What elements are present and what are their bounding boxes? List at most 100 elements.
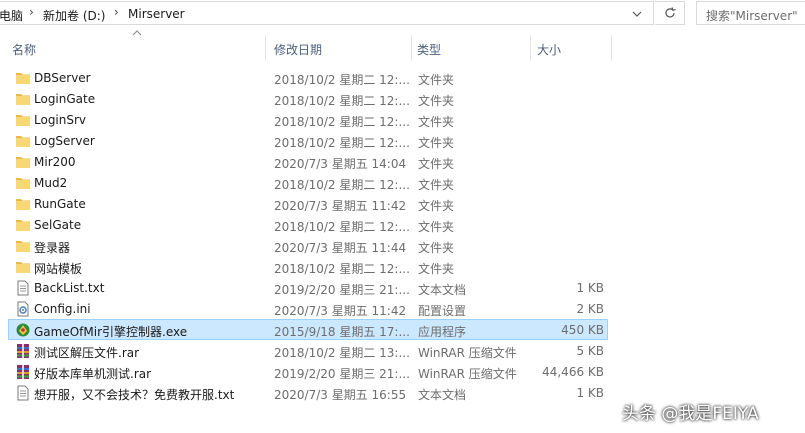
breadcrumb-separator-icon[interactable]: › [29, 5, 34, 19]
folder-icon [15, 133, 31, 149]
file-date: 2018/10/2 星期二 12:... [274, 178, 410, 192]
file-name: Mud2 [34, 176, 68, 190]
file-row[interactable]: Config.ini 2020/7/3 星期五 11:42 配置设置 2 KB [8, 298, 608, 319]
address-bar[interactable]: 电脑 › 新加卷 (D:) › Mirserver [0, 1, 654, 25]
file-row[interactable]: 网站模板 2018/10/2 星期二 12:... 文件夹 [8, 256, 608, 277]
folder-icon [15, 112, 31, 128]
file-type: 文件夹 [418, 157, 455, 171]
column-header-date[interactable]: 修改日期 [266, 35, 411, 61]
file-type: 文件夹 [418, 241, 455, 255]
file-row[interactable]: DBServer 2018/10/2 星期二 12:... 文件夹 [8, 67, 608, 88]
file-date: 2020/7/3 星期五 11:42 [274, 304, 407, 318]
column-header-date-label: 修改日期 [274, 43, 323, 57]
file-type: 应用程序 [418, 325, 467, 339]
file-type: WinRAR 压缩文件 [418, 346, 517, 360]
file-date: 2018/10/2 星期二 12:... [274, 220, 410, 234]
file-row[interactable]: 想开服，又不会技术？免费教开服.txt 2020/7/3 星期五 16:55 文本文… [8, 382, 608, 403]
column-header-name[interactable]: 名称 [0, 30, 265, 61]
file-type: 文件夹 [418, 262, 455, 276]
file-row[interactable]: LoginGate 2018/10/2 星期二 12:... 文件夹 [8, 88, 608, 109]
file-type: 文本文档 [418, 283, 467, 297]
rar-icon [15, 343, 31, 359]
file-type: 文件夹 [418, 115, 455, 129]
search-placeholder: 搜索"Mirserver" [706, 9, 798, 23]
column-header-type-label: 类型 [417, 43, 442, 57]
file-name: 想开服，又不会技术？免费教开服.txt [34, 388, 235, 402]
file-name: Mir200 [34, 155, 76, 169]
text-file-icon [15, 385, 31, 401]
folder-icon [15, 175, 31, 191]
column-divider[interactable] [611, 35, 612, 61]
chevron-down-icon[interactable] [629, 7, 645, 21]
refresh-button[interactable] [655, 1, 685, 25]
file-row[interactable]: RunGate 2020/7/3 星期五 11:42 文件夹 [8, 193, 608, 214]
file-date: 2018/10/2 星期二 12:... [274, 115, 410, 129]
file-name: 登录器 [34, 241, 71, 255]
folder-icon [15, 217, 31, 233]
file-date: 2018/10/2 星期二 12:... [274, 94, 410, 108]
file-date: 2020/7/3 星期五 14:04 [274, 157, 407, 171]
file-name: 好版本库单机测试.rar [34, 367, 152, 381]
column-header-size[interactable]: 大小 [531, 35, 611, 61]
breadcrumb-computer[interactable]: 电脑 [0, 7, 23, 24]
file-date: 2018/10/2 星期二 12:... [274, 73, 410, 87]
file-type: 文件夹 [418, 94, 455, 108]
file-date: 2020/7/3 星期五 11:42 [274, 199, 407, 213]
file-size: 2 KB [576, 302, 604, 316]
search-input[interactable]: 搜索"Mirserver" [696, 1, 805, 25]
file-row[interactable]: 好版本库单机测试.rar 2019/2/20 星期三 21:... WinRAR 压… [8, 361, 608, 382]
sort-ascending-icon [132, 30, 142, 36]
folder-icon [15, 196, 31, 212]
ini-file-icon [15, 301, 31, 317]
breadcrumb-folder[interactable]: Mirserver [128, 7, 185, 21]
file-name: BackList.txt [34, 281, 105, 295]
file-type: 文件夹 [418, 199, 455, 213]
file-name: GameOfMir引擎控制器.exe [34, 325, 188, 339]
column-header-size-label: 大小 [537, 43, 562, 57]
file-name: SelGate [34, 218, 82, 232]
file-name: LoginGate [34, 92, 96, 106]
folder-icon [15, 91, 31, 107]
column-header-type[interactable]: 类型 [412, 35, 530, 61]
file-name: DBServer [34, 71, 91, 85]
file-size: 44,466 KB [542, 365, 604, 379]
file-name: LogServer [34, 134, 95, 148]
file-type: 文件夹 [418, 220, 455, 234]
file-date: 2020/7/3 星期五 16:55 [274, 388, 407, 402]
folder-icon [15, 238, 31, 254]
rar-icon [15, 364, 31, 380]
file-name: 测试区解压文件.rar [34, 346, 140, 360]
file-row[interactable]: Mir200 2020/7/3 星期五 14:04 文件夹 [8, 151, 608, 172]
watermark: 头条 @我是FEIYA [622, 404, 759, 424]
file-date: 2019/2/20 星期三 21:... [274, 283, 410, 297]
breadcrumb-drive[interactable]: 新加卷 (D:) [43, 7, 105, 24]
file-size: 1 KB [576, 281, 604, 295]
file-date: 2020/7/3 星期五 11:44 [274, 241, 407, 255]
file-row[interactable]: Mud2 2018/10/2 星期二 12:... 文件夹 [8, 172, 608, 193]
file-size: 1 KB [576, 386, 604, 400]
folder-icon [15, 259, 31, 275]
file-type: 配置设置 [418, 304, 467, 318]
breadcrumb-separator-icon[interactable]: › [114, 5, 119, 19]
file-name: RunGate [34, 197, 86, 211]
column-header-name-label: 名称 [12, 43, 37, 57]
file-row[interactable]: 测试区解压文件.rar 2018/10/2 星期二 13:... WinRAR 压缩… [8, 340, 608, 361]
exe-icon [15, 322, 31, 338]
file-name: 网站模板 [34, 262, 83, 276]
file-row[interactable]: GameOfMir引擎控制器.exe 2015/9/18 星期五 17:... 应用… [8, 319, 608, 340]
file-type: WinRAR 压缩文件 [418, 367, 517, 381]
folder-icon [15, 154, 31, 170]
file-type: 文件夹 [418, 178, 455, 192]
file-row[interactable]: BackList.txt 2019/2/20 星期三 21:... 文本文档 1 KB [8, 277, 608, 298]
file-row[interactable]: 登录器 2020/7/3 星期五 11:44 文件夹 [8, 235, 608, 256]
file-row[interactable]: LogServer 2018/10/2 星期二 12:... 文件夹 [8, 130, 608, 151]
file-type: 文件夹 [418, 136, 455, 150]
file-row[interactable]: SelGate 2018/10/2 星期二 12:... 文件夹 [8, 214, 608, 235]
file-date: 2015/9/18 星期五 17:... [274, 325, 410, 339]
file-name: LoginSrv [34, 113, 87, 127]
file-date: 2019/2/20 星期三 21:... [274, 367, 410, 381]
file-type: 文本文档 [418, 388, 467, 402]
file-size: 450 KB [561, 323, 604, 337]
file-type: 文件夹 [418, 73, 455, 87]
file-row[interactable]: LoginSrv 2018/10/2 星期二 12:... 文件夹 [8, 109, 608, 130]
